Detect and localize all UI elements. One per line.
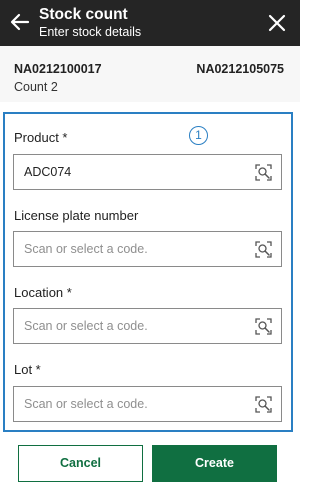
scan-search-icon[interactable] xyxy=(255,318,272,335)
close-icon xyxy=(268,14,286,32)
scan-search-icon[interactable] xyxy=(255,241,272,258)
product-field[interactable] xyxy=(13,154,282,190)
location-input[interactable] xyxy=(24,309,239,343)
location-field[interactable] xyxy=(13,308,282,344)
arrow-left-icon xyxy=(10,13,30,31)
lot-field[interactable] xyxy=(13,386,282,422)
count-document-number: NA0212100017 xyxy=(14,62,102,76)
cancel-button[interactable]: Cancel xyxy=(18,445,143,482)
product-label: Product * xyxy=(14,130,68,145)
back-button[interactable] xyxy=(8,10,32,34)
license-plate-input[interactable] xyxy=(24,232,239,266)
app-header: Stock count Enter stock details xyxy=(0,0,300,46)
product-input[interactable] xyxy=(24,155,239,189)
page-subtitle: Enter stock details xyxy=(39,25,142,39)
page-title: Stock count xyxy=(39,6,128,23)
create-button[interactable]: Create xyxy=(152,445,277,482)
lot-input[interactable] xyxy=(24,387,239,421)
count-journal-number: NA0212105075 xyxy=(196,62,284,76)
lot-label: Lot * xyxy=(14,362,41,377)
scan-search-icon[interactable] xyxy=(255,164,272,181)
license-plate-label: License plate number xyxy=(14,208,139,223)
document-info-bar: NA0212100017 NA0212105075 Count 2 xyxy=(0,46,300,102)
license-plate-field[interactable] xyxy=(13,231,282,267)
scan-search-icon[interactable] xyxy=(255,396,272,413)
callout-marker: 1 xyxy=(189,126,208,145)
location-label: Location * xyxy=(14,285,72,300)
count-label: Count 2 xyxy=(14,80,58,94)
close-button[interactable] xyxy=(266,12,288,34)
